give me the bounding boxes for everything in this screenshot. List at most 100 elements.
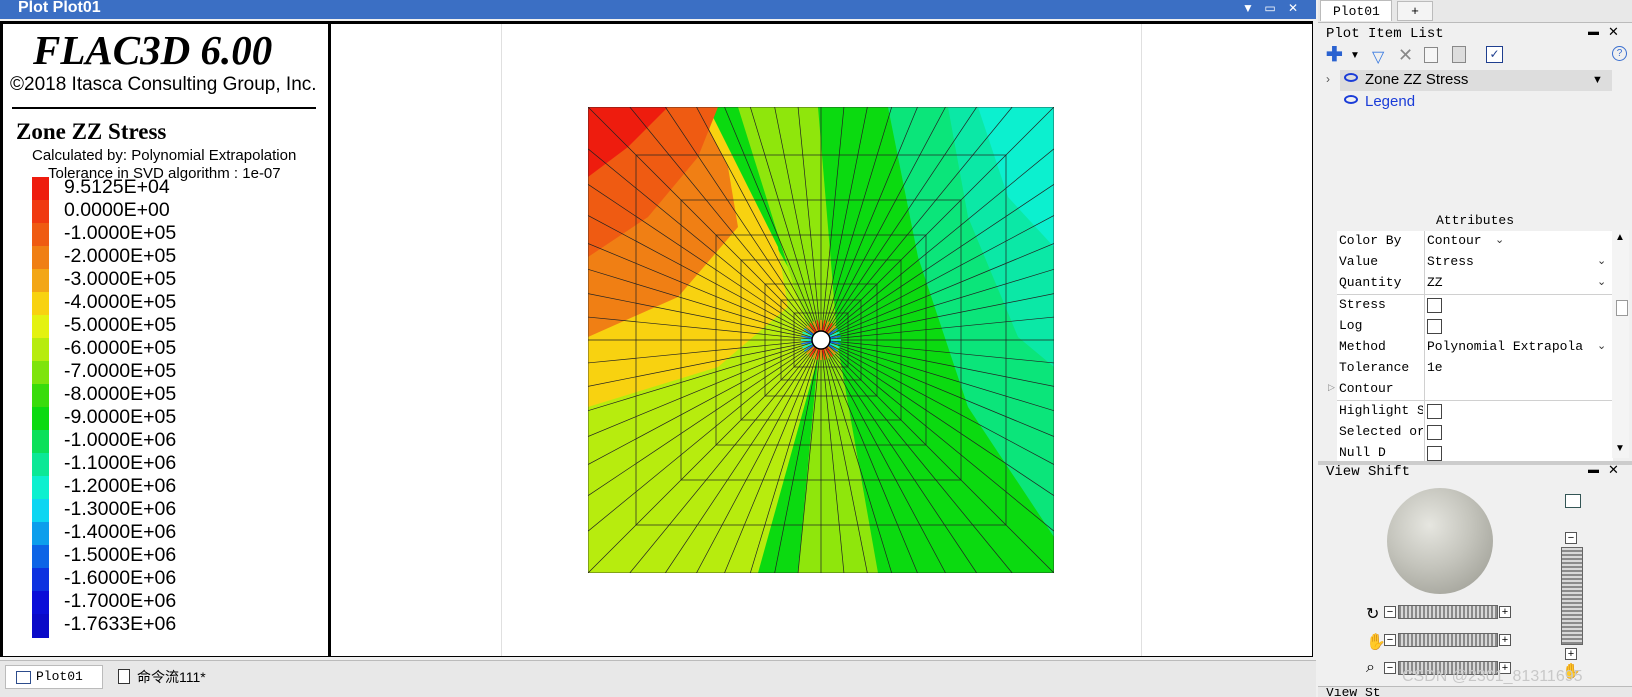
legend-swatch xyxy=(32,246,49,270)
vertical-slider[interactable] xyxy=(1561,547,1583,645)
pan-hand-icon: ✋ xyxy=(1366,634,1386,651)
add-dropdown-icon[interactable]: ▼ xyxy=(1350,50,1360,61)
legend-swatch xyxy=(32,545,49,569)
legend-value: -4.0000E+05 xyxy=(64,291,177,313)
restore-icon[interactable]: ▭ xyxy=(1262,0,1278,18)
trackball-sphere[interactable] xyxy=(1387,488,1493,594)
pin-icon[interactable]: ▬ xyxy=(1588,464,1599,476)
scroll-down-icon[interactable]: ▼ xyxy=(1615,443,1625,454)
plot-item-legend[interactable]: Legend xyxy=(1365,93,1415,110)
attribute-divider xyxy=(1424,252,1425,274)
tab-plot01[interactable]: Plot01 xyxy=(1320,0,1392,21)
legend-value: -1.0000E+06 xyxy=(64,429,177,451)
legend-swatch xyxy=(32,269,49,293)
legend-value: -1.7000E+06 xyxy=(64,590,177,612)
legend-value: -3.0000E+05 xyxy=(64,268,177,290)
attribute-row[interactable]: Tolerance 1e xyxy=(1337,358,1613,381)
vertical-minus-button[interactable]: − xyxy=(1565,532,1577,544)
bottom-tab-plot01[interactable]: Plot01 xyxy=(5,665,103,689)
attributes-scrollbar[interactable] xyxy=(1612,230,1629,458)
attribute-row[interactable]: Highlight S xyxy=(1337,400,1613,423)
bottom-tab-command-file[interactable]: 命令流111* xyxy=(110,665,235,689)
copy-icon[interactable] xyxy=(1424,47,1438,63)
attribute-divider xyxy=(1424,337,1425,358)
attribute-divider xyxy=(1424,379,1425,401)
attribute-row[interactable]: Color By Contour ⌄ xyxy=(1337,231,1613,253)
chevron-down-icon[interactable]: ⌄ xyxy=(1495,233,1504,246)
attribute-row[interactable]: Quantity ZZ ⌄ xyxy=(1337,273,1613,296)
chevron-down-icon[interactable]: ⌄ xyxy=(1597,275,1606,288)
expand-arrow-icon[interactable]: ▷ xyxy=(1328,382,1335,393)
attribute-row[interactable]: Method Polynomial Extrapola ⌄ xyxy=(1337,337,1613,359)
zoom-magnifier-icon: ⌕ xyxy=(1366,659,1375,676)
delete-icon[interactable]: ✕ xyxy=(1398,45,1413,66)
pan-plus-button[interactable]: + xyxy=(1499,634,1511,646)
attributes-title: Attributes xyxy=(1436,213,1515,228)
attribute-checkbox[interactable] xyxy=(1427,403,1442,419)
filter-icon[interactable]: ▽ xyxy=(1372,47,1384,67)
legend-swatch xyxy=(32,361,49,385)
attribute-value[interactable]: ZZ xyxy=(1427,275,1597,290)
paste-icon[interactable] xyxy=(1452,46,1466,63)
legend-value: -1.5000E+06 xyxy=(64,544,177,566)
scroll-up-icon[interactable]: ▲ xyxy=(1615,232,1625,243)
pan-minus-button[interactable]: − xyxy=(1384,634,1396,646)
legend-value: -6.0000E+05 xyxy=(64,337,177,359)
view-reset-icon[interactable] xyxy=(1565,494,1581,508)
view-guide-right xyxy=(1141,24,1142,656)
attribute-checkbox[interactable] xyxy=(1427,446,1442,461)
zoom-minus-button[interactable]: − xyxy=(1384,662,1396,674)
attribute-name: Contour xyxy=(1339,381,1394,397)
close-panel-icon[interactable]: ✕ xyxy=(1608,24,1619,40)
scrollbar-thumb[interactable] xyxy=(1616,300,1628,316)
plot-view[interactable] xyxy=(331,24,1312,656)
rotate-plus-button[interactable]: + xyxy=(1499,606,1511,618)
pan-slider[interactable] xyxy=(1398,633,1498,647)
checkbox-toggle-icon[interactable]: ✓ xyxy=(1486,46,1503,63)
attribute-checkbox[interactable] xyxy=(1427,318,1442,334)
chevron-down-icon[interactable]: ⌄ xyxy=(1597,339,1606,352)
legend-swatch xyxy=(32,453,49,477)
add-icon[interactable]: ✚ xyxy=(1326,45,1343,65)
legend-swatch xyxy=(32,568,49,592)
attribute-value[interactable]: Stress xyxy=(1427,254,1597,269)
visibility-eye-icon[interactable] xyxy=(1344,95,1358,104)
item-dropdown-icon[interactable]: ▼ xyxy=(1592,74,1603,86)
attribute-row[interactable]: Value Stress ⌄ xyxy=(1337,252,1613,275)
legend-value: -1.0000E+05 xyxy=(64,222,177,244)
attribute-value[interactable]: Polynomial Extrapola xyxy=(1427,339,1597,354)
attribute-row[interactable]: Log xyxy=(1337,315,1613,338)
attribute-divider xyxy=(1424,273,1425,295)
legend-value: -1.1000E+06 xyxy=(64,452,177,474)
attribute-row[interactable]: Selected or xyxy=(1337,421,1613,444)
close-icon[interactable]: ✕ xyxy=(1285,0,1301,18)
help-icon[interactable]: ? xyxy=(1612,46,1627,61)
attribute-checkbox[interactable] xyxy=(1427,424,1442,440)
add-tab-button[interactable]: + xyxy=(1397,1,1433,21)
chevron-down-icon[interactable]: ⌄ xyxy=(1597,254,1606,267)
plot-item-zone-zz-stress[interactable]: Zone ZZ Stress xyxy=(1365,71,1468,88)
attribute-row[interactable]: Contour ▷ xyxy=(1328,379,1613,402)
rotate-slider[interactable] xyxy=(1398,605,1498,619)
attribute-divider xyxy=(1424,231,1425,252)
dropdown-arrow-icon[interactable]: ▼ xyxy=(1240,0,1256,18)
attribute-value[interactable]: 1e xyxy=(1427,360,1597,375)
attribute-row[interactable]: Stress xyxy=(1337,294,1613,317)
attribute-checkbox[interactable] xyxy=(1427,297,1442,313)
legend-value: 0.0000E+00 xyxy=(64,199,170,221)
window-title-bar: Plot Plot01 ▼ ▭ ✕ xyxy=(0,0,1316,19)
attribute-name: Color By xyxy=(1339,233,1402,248)
expand-chevron-icon[interactable]: › xyxy=(1326,72,1330,86)
visibility-eye-icon[interactable] xyxy=(1344,73,1358,82)
contour-plot[interactable] xyxy=(588,107,1054,573)
legend-swatch xyxy=(32,499,49,523)
pin-icon[interactable]: ▬ xyxy=(1588,26,1599,38)
vertical-plus-button[interactable]: + xyxy=(1565,648,1577,660)
close-panel-icon[interactable]: ✕ xyxy=(1608,462,1619,478)
rotate-icon: ↻ xyxy=(1366,606,1380,623)
attribute-divider xyxy=(1424,421,1425,443)
legend-value: 9.5125E+04 xyxy=(64,176,170,198)
rotate-minus-button[interactable]: − xyxy=(1384,606,1396,618)
legend-swatch xyxy=(32,223,49,247)
attribute-value[interactable]: Contour xyxy=(1427,233,1597,248)
